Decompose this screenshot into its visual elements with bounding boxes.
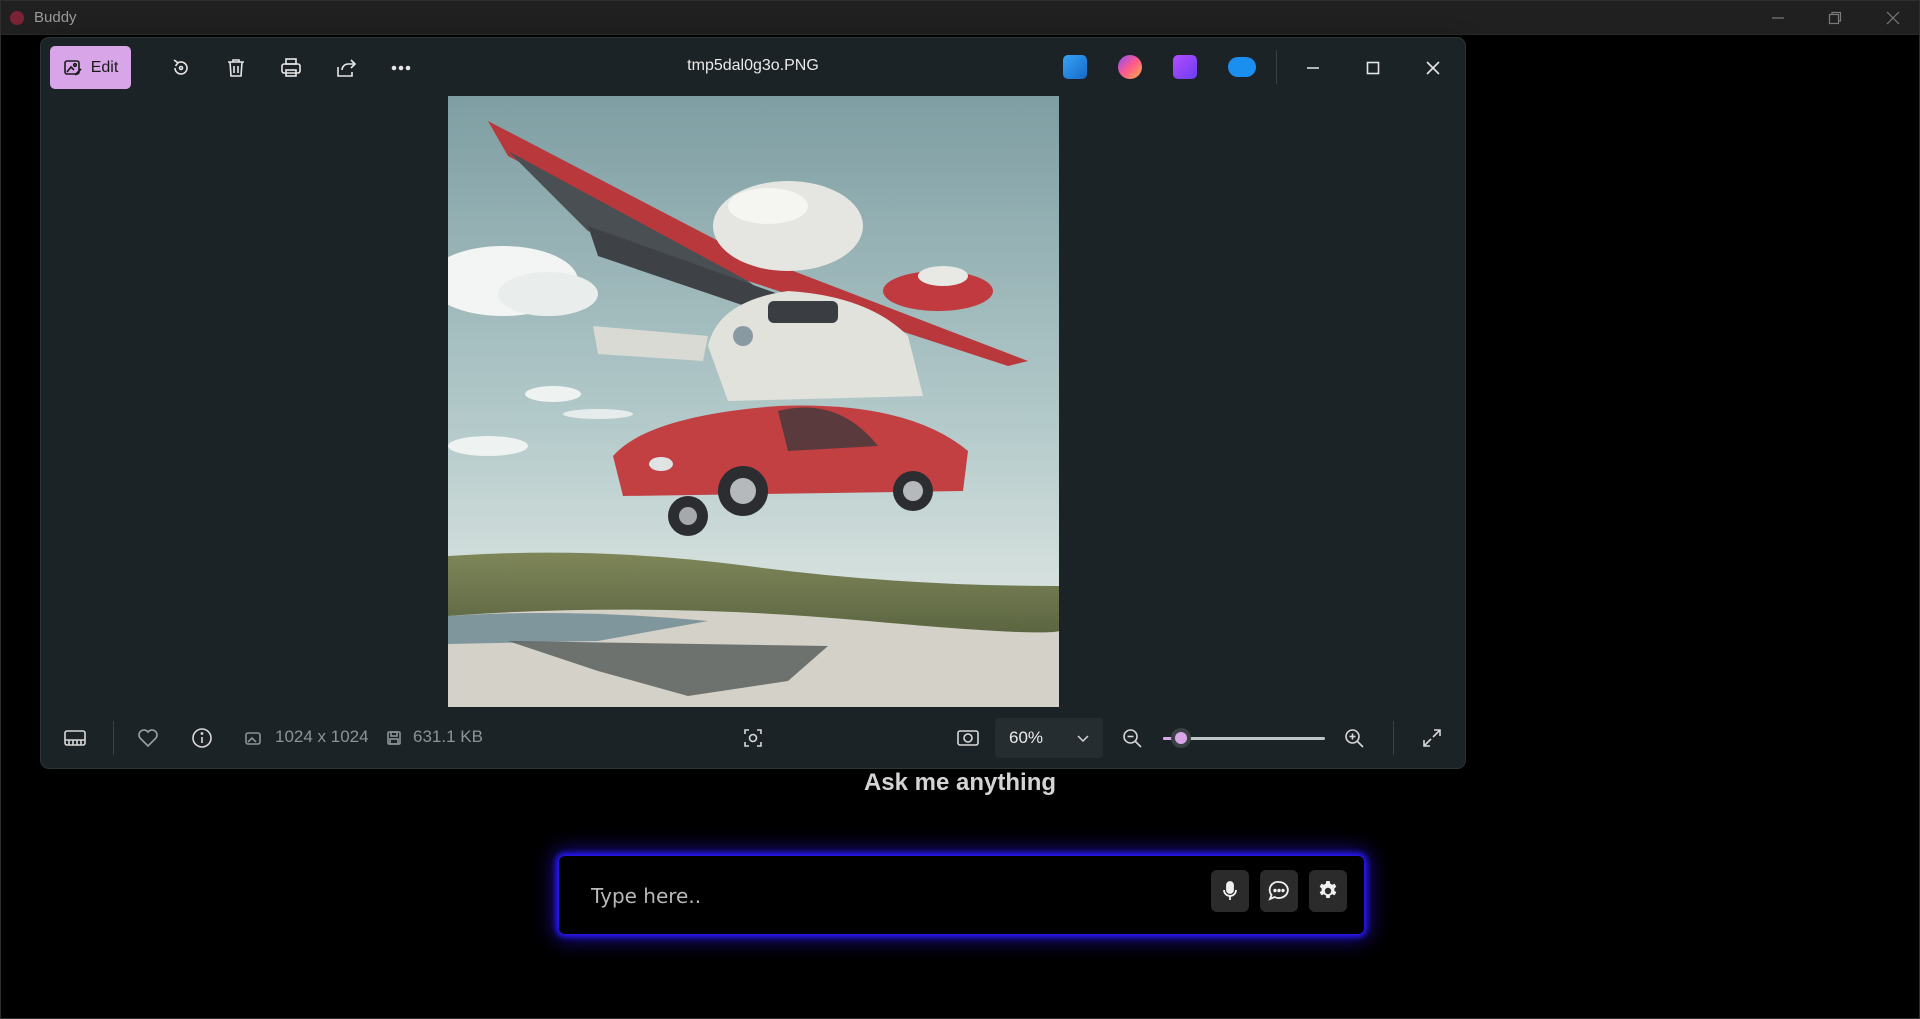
photos-window: Edit tmp5dal0g3o.PNG 1024 x 1024 631.1 K… xyxy=(41,38,1465,768)
flying-car-illustration xyxy=(448,96,1059,707)
info-icon xyxy=(192,728,212,748)
visual-search-icon xyxy=(744,729,762,747)
zoom-in-button[interactable] xyxy=(1341,725,1367,751)
clipchamp-app-icon[interactable] xyxy=(1173,55,1197,79)
expand-icon xyxy=(1423,729,1441,747)
minimize-icon xyxy=(1307,67,1319,69)
resolution-icon xyxy=(240,725,266,751)
image-dimensions: 1024 x 1024 xyxy=(275,727,369,746)
photos-close-button[interactable] xyxy=(1413,48,1453,88)
buddy-window-title: Buddy xyxy=(34,9,77,26)
chat-bubble-icon xyxy=(1268,881,1289,901)
toolbar-separator xyxy=(1276,50,1277,84)
chat-input-container xyxy=(559,856,1364,934)
designer-app-icon[interactable] xyxy=(1063,55,1087,79)
fit-to-window-icon xyxy=(957,730,979,746)
chat-input[interactable] xyxy=(589,876,1153,916)
file-size: 631.1 KB xyxy=(413,727,483,746)
zoom-out-icon xyxy=(1123,729,1142,748)
photos-toolbar: Edit tmp5dal0g3o.PNG xyxy=(41,38,1465,96)
filmstrip-button[interactable] xyxy=(62,725,88,751)
zoom-value: 60% xyxy=(1009,728,1044,747)
zoom-slider-thumb[interactable] xyxy=(1170,728,1191,748)
chevron-down-icon xyxy=(1077,735,1089,743)
onedrive-icon[interactable] xyxy=(1228,57,1256,77)
outer-close-button[interactable] xyxy=(1870,4,1916,32)
file-info-button[interactable] xyxy=(189,725,215,751)
zoom-out-button[interactable] xyxy=(1119,725,1145,751)
gear-icon xyxy=(1319,881,1337,898)
copilot-app-icon[interactable] xyxy=(1118,55,1142,79)
statusbar-separator-2 xyxy=(1393,721,1394,755)
heart-icon xyxy=(138,729,158,748)
statusbar-separator xyxy=(113,721,114,755)
ask-me-anything-heading: Ask me anything xyxy=(863,769,1057,796)
filmstrip-icon xyxy=(64,730,86,746)
close-icon xyxy=(1426,61,1440,75)
fit-to-window-button[interactable] xyxy=(955,725,981,751)
chat-button[interactable] xyxy=(1260,870,1298,912)
buddy-logo-icon xyxy=(10,11,24,25)
displayed-photo[interactable] xyxy=(448,96,1059,707)
buddy-titlebar: Buddy xyxy=(0,0,1920,35)
maximize-icon xyxy=(1366,61,1380,75)
zoom-dropdown[interactable]: 60% xyxy=(995,718,1103,758)
microphone-button[interactable] xyxy=(1211,870,1249,912)
visual-search-button[interactable] xyxy=(740,725,766,751)
full-screen-button[interactable] xyxy=(1419,725,1445,751)
zoom-in-icon xyxy=(1345,729,1364,748)
photos-maximize-button[interactable] xyxy=(1353,48,1393,88)
photos-statusbar: 1024 x 1024 631.1 KB 60% xyxy=(41,707,1465,768)
favorite-button[interactable] xyxy=(135,725,161,751)
settings-button[interactable] xyxy=(1309,870,1347,912)
microphone-icon xyxy=(1223,881,1237,900)
file-size-icon xyxy=(381,725,407,751)
outer-restore-button[interactable] xyxy=(1812,4,1858,32)
outer-minimize-button[interactable] xyxy=(1755,4,1801,32)
photos-minimize-button[interactable] xyxy=(1293,48,1333,88)
